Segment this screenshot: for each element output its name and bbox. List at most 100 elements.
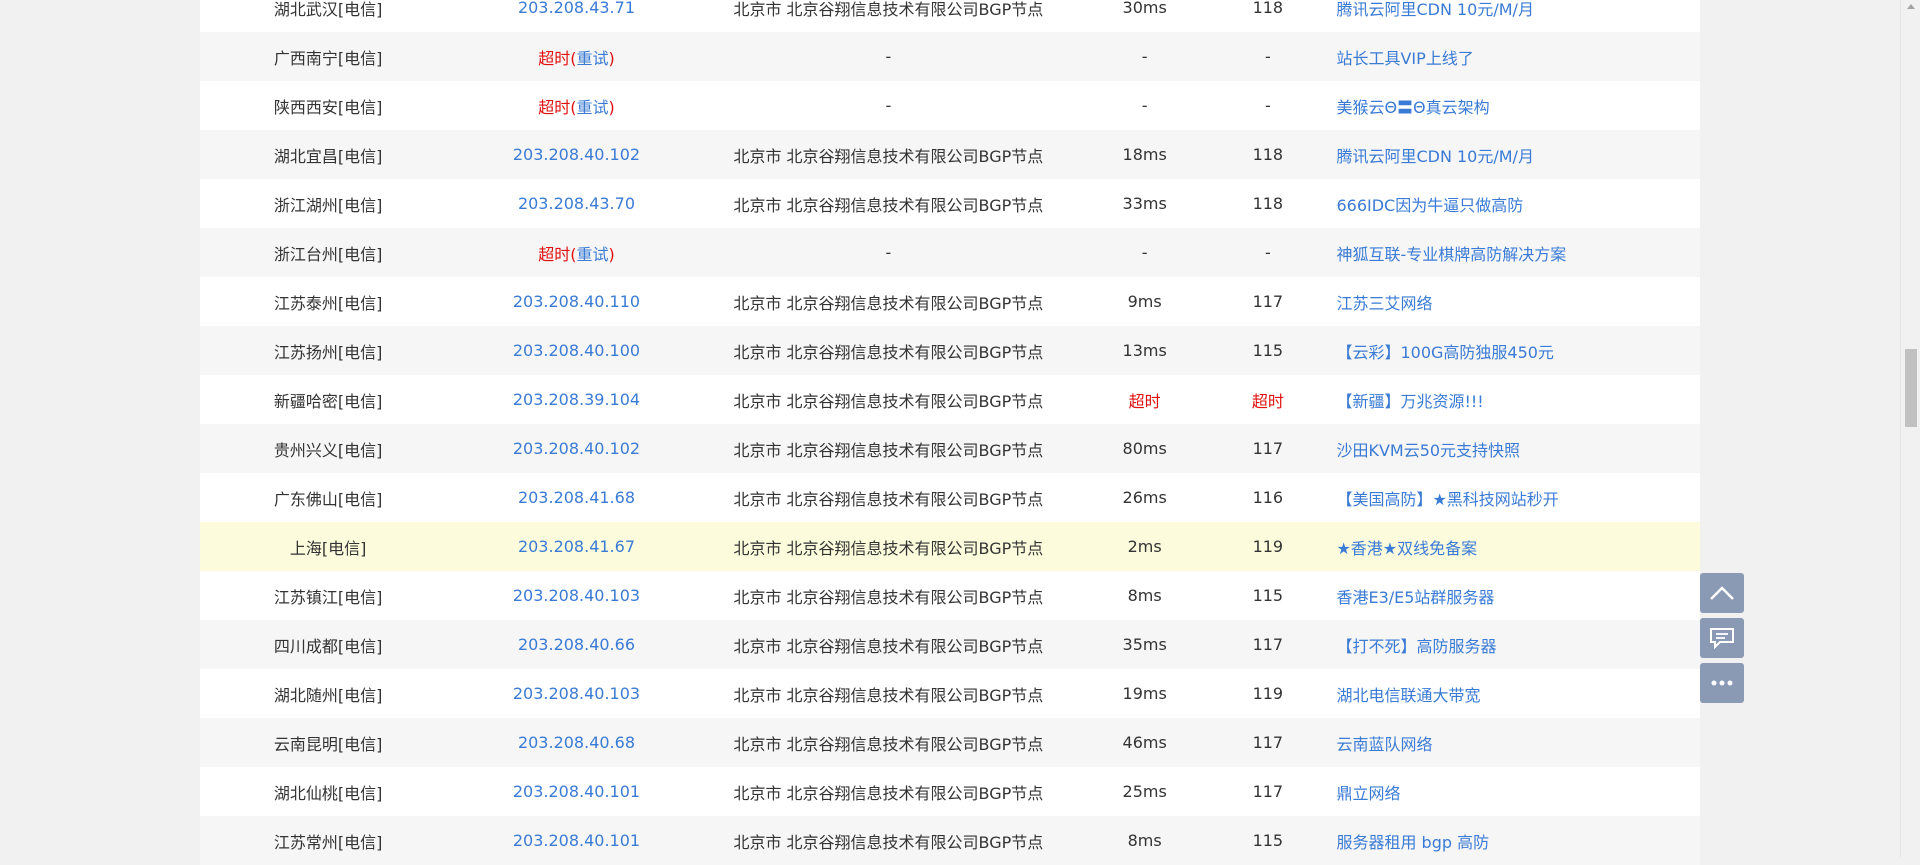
retry-link[interactable]: 重试: [576, 245, 608, 264]
ip-link[interactable]: 203.208.40.100: [456, 341, 696, 360]
table-row: 广东佛山[电信] 203.208.41.68 北京市 北京谷翔信息技术有限公司BGP…: [200, 473, 1700, 522]
isp-location-cell: 北京市 北京谷翔信息技术有限公司BGP节点: [733, 783, 1044, 803]
scroll-up-arrow-icon[interactable]: [1907, 4, 1915, 9]
isp-location-cell: 北京市 北京谷翔信息技术有限公司BGP节点: [733, 685, 1044, 705]
ip-link[interactable]: 203.208.40.68: [456, 733, 696, 752]
feedback-button[interactable]: [1700, 618, 1744, 658]
sponsor-link[interactable]: 服务器租用 bgp 高防: [1326, 829, 1700, 853]
location-cell: 云南昆明[电信]: [273, 734, 383, 754]
location-cell: 广东佛山[电信]: [273, 489, 383, 509]
sponsor-link[interactable]: 美猴云Θ〓Θ真云架构: [1326, 94, 1700, 118]
vertical-scrollbar[interactable]: [1900, 0, 1920, 857]
sponsor-link[interactable]: 神狐互联-专业棋牌高防解决方案: [1326, 241, 1700, 265]
location-cell: 浙江台州[电信]: [273, 244, 383, 264]
isp-location-cell: 北京市 北京谷翔信息技术有限公司BGP节点: [733, 489, 1044, 509]
sponsor-link[interactable]: 666IDC因为牛逼只做高防: [1326, 192, 1700, 216]
sponsor-link[interactable]: 鼎立网络: [1326, 780, 1700, 804]
isp-location-cell: 北京市 北京谷翔信息技术有限公司BGP节点: [733, 293, 1044, 313]
response-time-cell: 19ms: [1122, 684, 1167, 703]
ip-link[interactable]: 203.208.40.101: [456, 782, 696, 801]
ttl-cell: 115: [1252, 586, 1284, 605]
location-cell: 上海[电信]: [289, 538, 367, 558]
isp-location-cell: -: [885, 243, 892, 262]
sponsor-link[interactable]: 香港E3/E5站群服务器: [1326, 584, 1700, 608]
response-time-cell: -: [1141, 243, 1148, 262]
ttl-cell: -: [1264, 243, 1271, 262]
ttl-cell: 118: [1252, 194, 1284, 213]
sponsor-link[interactable]: 江苏三艾网络: [1326, 290, 1700, 314]
location-cell: 湖北随州[电信]: [273, 685, 383, 705]
sponsor-link[interactable]: 【云彩】100G高防独服450元: [1326, 339, 1700, 363]
table-row: 广西南宁[电信] 超时(重试) - - - 站长工具VIP上线了: [200, 32, 1700, 81]
chat-icon: [1710, 628, 1734, 650]
location-cell: 江苏镇江[电信]: [273, 587, 383, 607]
isp-location-cell: 北京市 北京谷翔信息技术有限公司BGP节点: [733, 391, 1044, 411]
timeout-label: 超时: [538, 244, 571, 264]
isp-location-cell: -: [885, 96, 892, 115]
sponsor-link[interactable]: 湖北电信联通大带宽: [1326, 682, 1700, 706]
ttl-cell: -: [1264, 47, 1271, 66]
ttl-cell: 118: [1252, 0, 1284, 17]
isp-location-cell: 北京市 北京谷翔信息技术有限公司BGP节点: [733, 440, 1044, 460]
retry-link[interactable]: 重试: [576, 98, 608, 117]
isp-location-cell: 北京市 北京谷翔信息技术有限公司BGP节点: [733, 587, 1044, 607]
sponsor-link[interactable]: 【新疆】万兆资源!!!: [1326, 388, 1700, 412]
table-row: 江苏扬州[电信] 203.208.40.100 北京市 北京谷翔信息技术有限公司BG…: [200, 326, 1700, 375]
isp-location-cell: 北京市 北京谷翔信息技术有限公司BGP节点: [733, 146, 1044, 166]
sponsor-link[interactable]: 【美国高防】★黑科技网站秒开: [1326, 486, 1700, 510]
ip-link[interactable]: 203.208.41.68: [456, 488, 696, 507]
chevron-up-icon: [1710, 586, 1734, 600]
back-to-top-button[interactable]: [1700, 573, 1744, 613]
table-row: 云南昆明[电信] 203.208.40.68 北京市 北京谷翔信息技术有限公司BGP…: [200, 718, 1700, 767]
table-row: 四川成都[电信] 203.208.40.66 北京市 北京谷翔信息技术有限公司BGP…: [200, 620, 1700, 669]
location-cell: 贵州兴义[电信]: [273, 440, 383, 460]
scrollbar-thumb[interactable]: [1905, 349, 1917, 427]
ip-link[interactable]: 203.208.40.101: [456, 831, 696, 850]
sponsor-link[interactable]: 腾讯云阿里CDN 10元/M/月: [1326, 0, 1700, 20]
sponsor-link[interactable]: 腾讯云阿里CDN 10元/M/月: [1326, 143, 1700, 167]
timeout-retry-cell: 超时(重试): [456, 45, 696, 69]
page: 湖北武汉[电信] 203.208.43.71 北京市 北京谷翔信息技术有限公司BGP…: [0, 0, 1900, 865]
isp-location-cell: 北京市 北京谷翔信息技术有限公司BGP节点: [733, 734, 1044, 754]
ip-link[interactable]: 203.208.39.104: [456, 390, 696, 409]
ip-link[interactable]: 203.208.43.70: [456, 194, 696, 213]
response-time-cell: 8ms: [1127, 831, 1162, 850]
sponsor-link[interactable]: 沙田KVM云50元支持快照: [1326, 437, 1700, 461]
response-time-cell: 2ms: [1127, 537, 1162, 556]
response-time-cell: 25ms: [1122, 782, 1167, 801]
ip-link[interactable]: 203.208.40.110: [456, 292, 696, 311]
timeout-label: 超时: [538, 97, 571, 117]
ip-link[interactable]: 203.208.40.102: [456, 145, 696, 164]
sponsor-link[interactable]: 站长工具VIP上线了: [1326, 45, 1700, 69]
timeout-retry-cell: 超时(重试): [456, 241, 696, 265]
table-row: 江苏镇江[电信] 203.208.40.103 北京市 北京谷翔信息技术有限公司BG…: [200, 571, 1700, 620]
ip-link[interactable]: 203.208.40.103: [456, 586, 696, 605]
location-cell: 四川成都[电信]: [273, 636, 383, 656]
response-time-cell: 26ms: [1122, 488, 1167, 507]
response-time-cell: 46ms: [1122, 733, 1167, 752]
response-time-cell: -: [1141, 47, 1148, 66]
ip-link[interactable]: 203.208.41.67: [456, 537, 696, 556]
response-time-cell: 35ms: [1122, 635, 1167, 654]
response-time-cell: 80ms: [1122, 439, 1167, 458]
more-button[interactable]: [1700, 663, 1744, 703]
ttl-cell: 119: [1252, 537, 1284, 556]
ip-link[interactable]: 203.208.40.103: [456, 684, 696, 703]
ip-link[interactable]: 203.208.40.66: [456, 635, 696, 654]
ttl-cell: 117: [1252, 439, 1284, 458]
sponsor-link[interactable]: 云南蓝队网络: [1326, 731, 1700, 755]
ip-link[interactable]: 203.208.40.102: [456, 439, 696, 458]
isp-location-cell: 北京市 北京谷翔信息技术有限公司BGP节点: [733, 636, 1044, 656]
retry-link[interactable]: 重试: [576, 49, 608, 68]
paren-close: ): [608, 244, 615, 264]
ip-link[interactable]: 203.208.43.71: [456, 0, 696, 17]
table-row: 湖北武汉[电信] 203.208.43.71 北京市 北京谷翔信息技术有限公司BGP…: [200, 0, 1700, 32]
table-row: 陕西西安[电信] 超时(重试) - - - 美猴云Θ〓Θ真云架构: [200, 81, 1700, 130]
sponsor-link[interactable]: ★香港★双线免备案: [1326, 535, 1700, 559]
location-cell: 新疆哈密[电信]: [273, 391, 383, 411]
table-row: 新疆哈密[电信] 203.208.39.104 北京市 北京谷翔信息技术有限公司BG…: [200, 375, 1700, 424]
timeout-retry-cell: 超时(重试): [456, 94, 696, 118]
paren-close: ): [608, 97, 615, 117]
sponsor-link[interactable]: 【打不死】高防服务器: [1326, 633, 1700, 657]
ttl-cell: 117: [1252, 782, 1284, 801]
